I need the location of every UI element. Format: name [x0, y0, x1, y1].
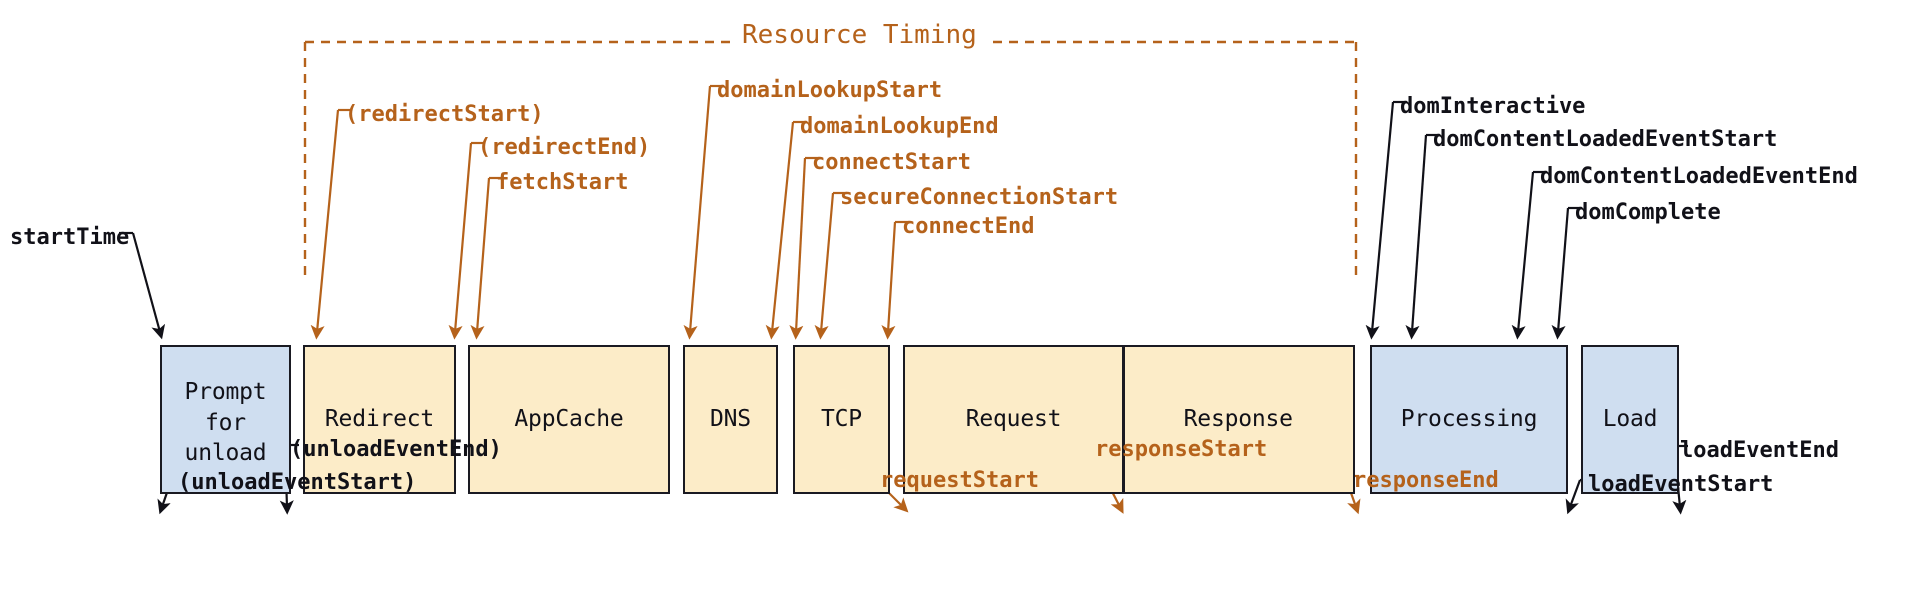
phase-label-response: Response — [1183, 406, 1293, 433]
timing-label-unload-event-end: (unloadEventEnd) — [290, 437, 502, 462]
leader-line-redirect-start — [310, 108, 352, 340]
timing-label-dom-content-loaded-start: domContentLoadedEventStart — [1433, 127, 1778, 152]
leader-line-dom-interactive — [1365, 100, 1407, 340]
leader-line-dom-content-loaded-start — [1405, 133, 1440, 340]
phase-label-line: Load — [1602, 406, 1658, 433]
timing-label-response-start: responseStart — [1095, 437, 1268, 462]
leader-line-redirect-end — [448, 141, 485, 340]
timing-label-domain-lookup-start: domainLookupStart — [717, 78, 943, 103]
timing-label-dom-complete: domComplete — [1575, 200, 1721, 225]
timing-label-load-event-end: loadEventEnd — [1680, 438, 1839, 463]
phase-box-tcp: TCP — [793, 345, 890, 494]
leader-line-dom-content-loaded-end — [1511, 170, 1547, 340]
timing-label-unload-event-start: (unloadEventStart) — [178, 470, 417, 495]
timing-label-connect-end: connectEnd — [902, 214, 1035, 239]
timing-label-response-end: responseEnd — [1353, 468, 1499, 493]
navigation-timing-diagram: Prompt for unload Redirect AppCache DNS TCP Pro… — [0, 0, 1909, 616]
leader-line-connect-start — [789, 156, 819, 340]
phase-label-line: TCP — [821, 406, 862, 433]
phase-label-line: Processing — [1400, 406, 1538, 433]
timing-label-request-start: requestStart — [880, 468, 1039, 493]
leader-line-fetch-start — [470, 176, 503, 340]
timing-label-dom-content-loaded-end: domContentLoadedEventEnd — [1540, 164, 1858, 189]
timing-label-connect-start: connectStart — [812, 150, 971, 175]
phase-label-line: Prompt — [184, 379, 267, 405]
phase-label-line: unload — [184, 440, 267, 467]
timing-label-start-time: startTime — [10, 225, 130, 250]
timing-label-fetch-start: fetchStart — [496, 170, 629, 195]
timing-label-redirect-end: (redirectEnd) — [478, 135, 651, 160]
timing-label-secure-connection-start: secureConnectionStart — [840, 185, 1119, 210]
connector-layer — [119, 40, 1688, 515]
leader-line-domain-lookup-start — [683, 84, 724, 340]
phase-box-appcache: AppCache — [468, 345, 670, 494]
phase-label-line: Redirect — [324, 406, 435, 433]
leader-line-secure-connection-start — [814, 191, 847, 340]
timing-label-load-event-start: loadEventStart — [1588, 472, 1774, 497]
timing-label-domain-lookup-end: domainLookupEnd — [800, 114, 999, 139]
phase-box-dns: DNS — [683, 345, 778, 494]
phase-label-line: for — [205, 409, 246, 436]
resource-timing-title: Resource Timing — [730, 20, 989, 50]
timing-label-redirect-start: (redirectStart) — [345, 102, 544, 127]
phase-label-line: DNS — [710, 406, 751, 433]
timing-label-dom-interactive: domInteractive — [1400, 94, 1586, 119]
leader-line-dom-complete — [1551, 206, 1582, 340]
phase-label-line: AppCache — [514, 406, 624, 433]
